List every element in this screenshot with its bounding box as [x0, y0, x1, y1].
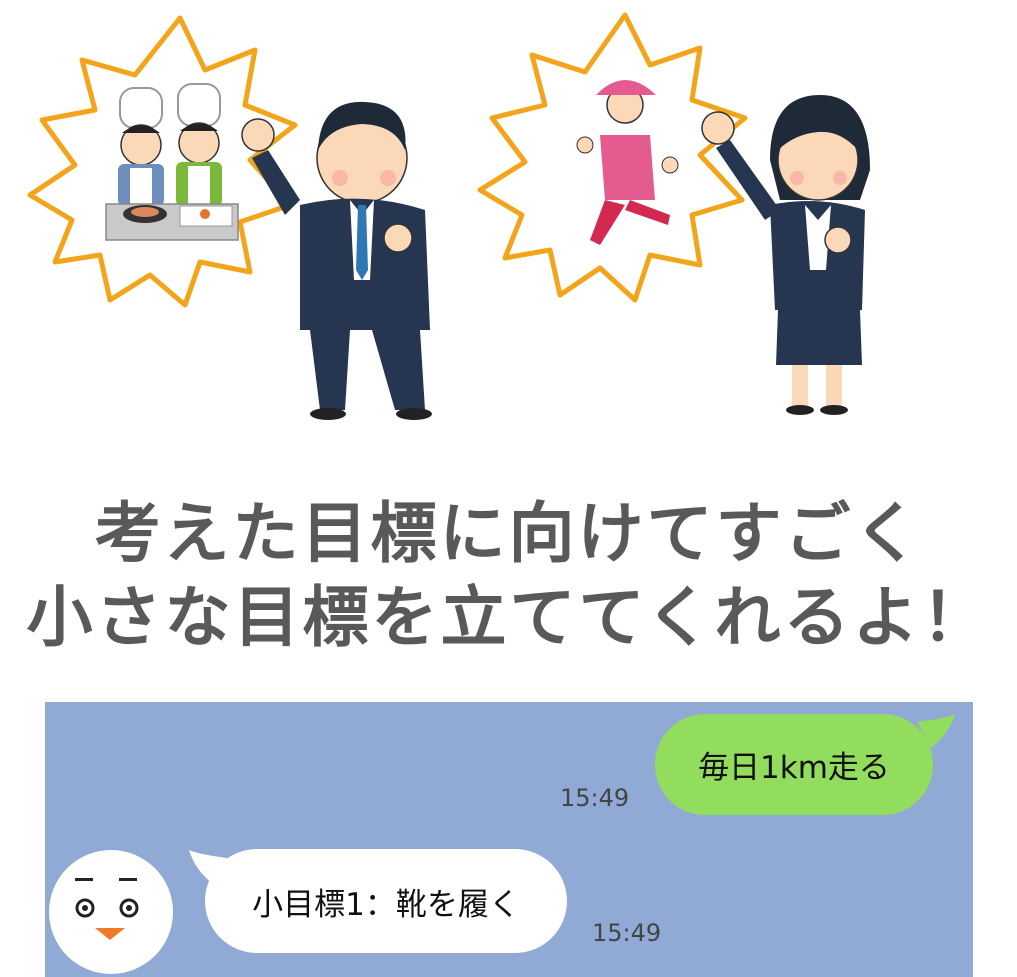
- bot-face-icon: [75, 878, 139, 940]
- illustration: [27, 12, 870, 420]
- headline: 考えた目標に向けてすごく 小さな目標を立ててくれるよ！: [0, 492, 1017, 660]
- sent-message-text: 毎日1km走る: [698, 750, 890, 786]
- received-message-text: 小目標1：靴を履く: [252, 886, 520, 923]
- received-message-bubble[interactable]: 小目標1：靴を履く: [205, 849, 567, 953]
- chat-window: 毎日1km走る 15:49 小目標1：靴を履く 15:49: [45, 702, 973, 977]
- page: 考えた目標に向けてすごく 小さな目標を立ててくれるよ！ 毎日1km走る 15:4…: [0, 0, 1017, 977]
- bot-avatar[interactable]: [49, 850, 173, 974]
- businesswoman-fist-pump-icon: [701, 95, 870, 415]
- received-message-time: 15:49: [592, 919, 662, 947]
- jogging-thought-burst: [477, 12, 748, 303]
- sent-message-time: 15:49: [560, 784, 630, 812]
- headline-line-2: 小さな目標を立ててくれるよ！: [26, 579, 991, 656]
- businessman-fist-pump-icon: [241, 101, 432, 420]
- sent-message-bubble[interactable]: 毎日1km走る: [655, 714, 933, 815]
- headline-line-1: 考えた目標に向けてすごく: [94, 495, 923, 572]
